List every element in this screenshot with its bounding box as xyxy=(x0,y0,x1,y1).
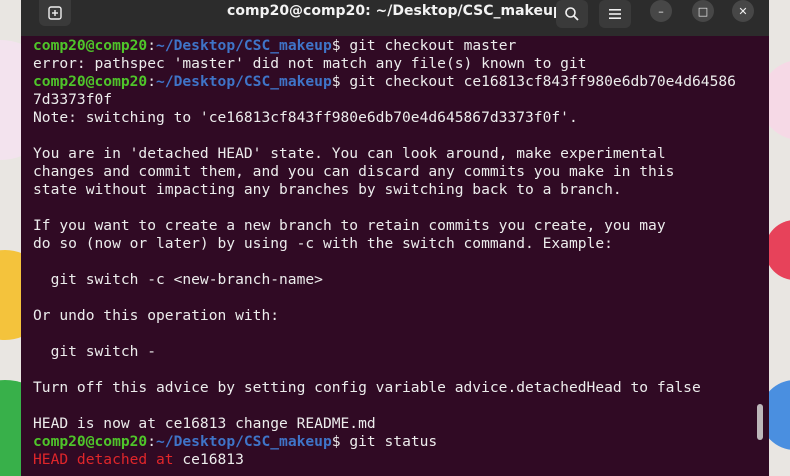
menu-button[interactable] xyxy=(599,0,631,28)
command-text: git status xyxy=(340,433,438,450)
output-line: HEAD is now at ce16813 change README.md xyxy=(33,415,376,432)
minimize-icon: – xyxy=(658,4,664,18)
output-line: error: pathspec 'master' did not match a… xyxy=(33,55,587,72)
search-button[interactable] xyxy=(556,0,588,28)
prompt-symbol: $ xyxy=(331,433,341,450)
scrollbar-thumb[interactable] xyxy=(757,404,763,440)
output-line: changes and commit them, and you can dis… xyxy=(33,163,675,180)
output-line: 7d3373f0f xyxy=(33,91,113,108)
prompt-path: ~/Desktop/CSC_makeup xyxy=(156,73,332,90)
prompt-separator: : xyxy=(147,433,157,450)
command-text: git checkout ce16813cf843ff980e6db70e4d6… xyxy=(340,73,736,90)
prompt-separator: : xyxy=(147,37,157,54)
output-line: Or undo this operation with: xyxy=(33,307,280,324)
maximize-icon: □ xyxy=(697,4,709,18)
search-icon xyxy=(565,7,579,21)
prompt-user: comp20@comp20 xyxy=(33,433,148,450)
hamburger-menu-icon xyxy=(609,9,621,19)
prompt-line: comp20@comp20:~/Desktop/CSC_makeup$ git … xyxy=(33,37,758,55)
detached-head-warning: HEAD detached at xyxy=(33,451,174,468)
terminal-window: comp20@comp20: ~/Desktop/CSC_makeup – □ … xyxy=(21,0,769,476)
output-line: You are in 'detached HEAD' state. You ca… xyxy=(33,145,666,162)
commit-hash: ce16813 xyxy=(173,451,244,468)
prompt-symbol: $ xyxy=(331,73,341,90)
terminal-output[interactable]: comp20@comp20:~/Desktop/CSC_makeup$ git … xyxy=(33,37,758,473)
prompt-user: comp20@comp20 xyxy=(33,73,148,90)
output-line: If you want to create a new branch to re… xyxy=(33,217,666,234)
output-line: do so (now or later) by using -c with th… xyxy=(33,235,613,252)
minimize-button[interactable]: – xyxy=(650,0,672,22)
prompt-user: comp20@comp20 xyxy=(33,37,148,54)
close-icon: ✕ xyxy=(738,4,748,18)
prompt-path: ~/Desktop/CSC_makeup xyxy=(156,433,332,450)
close-button[interactable]: ✕ xyxy=(732,0,754,22)
output-line: state without impacting any branches by … xyxy=(33,181,622,198)
maximize-button[interactable]: □ xyxy=(692,0,714,22)
title-bar: comp20@comp20: ~/Desktop/CSC_makeup – □ … xyxy=(21,0,769,36)
prompt-separator: : xyxy=(147,73,157,90)
output-line: git switch - xyxy=(33,343,157,360)
prompt-symbol: $ xyxy=(331,37,341,54)
output-line: git switch -c <new-branch-name> xyxy=(33,271,323,288)
prompt-path: ~/Desktop/CSC_makeup xyxy=(156,37,332,54)
output-line: Note: switching to 'ce16813cf843ff980e6d… xyxy=(33,109,578,126)
output-line: Turn off this advice by setting config v… xyxy=(33,379,701,396)
prompt-line: comp20@comp20:~/Desktop/CSC_makeup$ git … xyxy=(33,433,758,451)
prompt-line: comp20@comp20:~/Desktop/CSC_makeup$ git … xyxy=(33,73,758,91)
status-line: HEAD detached at ce16813 xyxy=(33,451,758,469)
command-text: git checkout master xyxy=(340,37,517,54)
